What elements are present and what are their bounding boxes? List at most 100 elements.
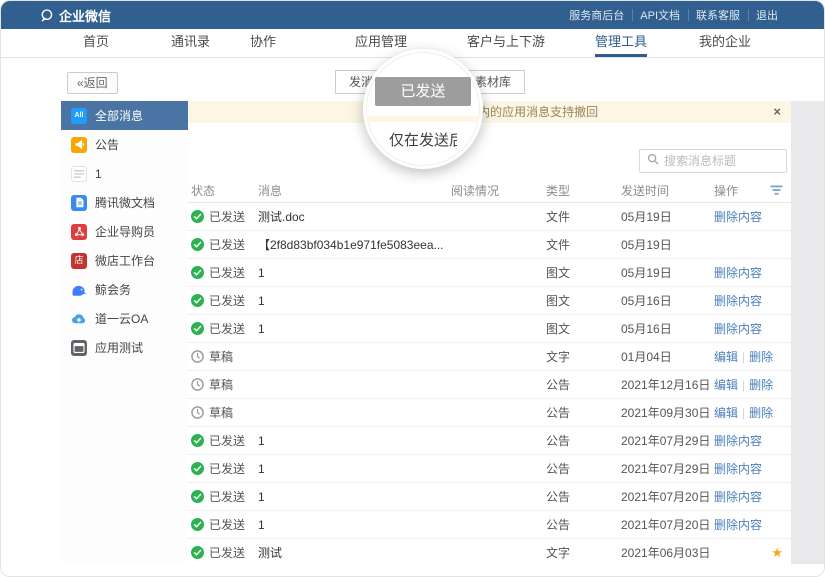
action-link[interactable]: 编辑 — [714, 376, 738, 393]
list-icon — [71, 166, 87, 182]
table-row[interactable]: 草稿公告2021年12月16日编辑|删除 — [188, 371, 791, 399]
table-row[interactable]: 草稿文字01月04日编辑|删除 — [188, 343, 791, 371]
message-cell: 1 — [258, 294, 451, 308]
action-link[interactable]: 删除 — [749, 404, 773, 421]
status-cell: 已发送 — [191, 292, 258, 309]
magnified-sent-tab[interactable]: 已发送 — [375, 77, 471, 106]
table-row[interactable]: 已发送测试文字2021年06月03日★ — [188, 539, 791, 564]
status-cell: 草稿 — [191, 376, 258, 393]
action-link[interactable]: 删除内容 — [714, 320, 762, 337]
actions-cell: 删除内容 — [714, 432, 791, 449]
back-button[interactable]: «返回 — [67, 72, 118, 94]
sent-check-icon — [191, 322, 204, 335]
status-cell: 已发送 — [191, 544, 258, 561]
status-text: 已发送 — [209, 264, 245, 281]
action-link[interactable]: 删除内容 — [714, 432, 762, 449]
column-header: 发送时间 — [621, 182, 714, 199]
nav-tab-3[interactable]: 协作 — [250, 29, 276, 57]
magnifier-overlay: 已发送 仅在发送后 — [363, 49, 483, 169]
search-box — [639, 149, 787, 173]
message-cell: 1 — [258, 518, 451, 532]
filter-icon[interactable] — [770, 185, 791, 196]
sidebar-item-label: 1 — [95, 167, 102, 181]
type-cell: 文件 — [546, 208, 621, 225]
action-link[interactable]: 删除内容 — [714, 208, 762, 225]
type-cell: 图文 — [546, 292, 621, 309]
table-row[interactable]: 已发送1图文05月19日删除内容 — [188, 259, 791, 287]
time-cell: 05月19日 — [621, 208, 714, 225]
action-link[interactable]: 删除内容 — [714, 264, 762, 281]
column-header: 操作 — [714, 182, 791, 199]
sent-check-icon — [191, 518, 204, 531]
actions-cell: 编辑|删除 — [714, 348, 791, 365]
time-cell: 2021年07月20日 — [621, 488, 714, 505]
whale-icon — [71, 282, 87, 298]
action-link[interactable]: 删除 — [749, 376, 773, 393]
notice-banner: 仅在发送后24小时内的应用消息支持撤回 × — [188, 101, 791, 123]
action-link[interactable]: 删除内容 — [714, 516, 762, 533]
sidebar-item-label: 公告 — [95, 136, 119, 153]
topbar-link[interactable]: API文档 — [632, 7, 688, 23]
sidebar-item-one[interactable]: 1 — [61, 159, 188, 188]
action-link[interactable]: 删除内容 — [714, 292, 762, 309]
megaphone-icon — [71, 137, 87, 153]
type-cell: 文件 — [546, 236, 621, 253]
sidebar-item-label: 微店工作台 — [95, 252, 155, 269]
time-cell: 2021年07月29日 — [621, 432, 714, 449]
sidebar-item-weidian-workbench[interactable]: 店微店工作台 — [61, 246, 188, 275]
sidebar-item-tencent-docs[interactable]: 腾讯微文档 — [61, 188, 188, 217]
type-cell: 图文 — [546, 264, 621, 281]
brand-title: 企业微信 — [59, 6, 111, 25]
sidebar-item-enterprise-guide[interactable]: 企业导购员 — [61, 217, 188, 246]
topbar-link[interactable]: 退出 — [748, 7, 786, 23]
sent-check-icon — [191, 294, 204, 307]
table-header: 状态消息阅读情况类型发送时间操作 — [188, 179, 791, 203]
sidebar-item-app-test[interactable]: 应用测试 — [61, 333, 188, 362]
table-row[interactable]: 已发送1公告2021年07月20日删除内容 — [188, 511, 791, 539]
column-header: 状态 — [191, 182, 258, 199]
topbar-link[interactable]: 联系客服 — [688, 7, 748, 23]
actions-cell: 删除内容 — [714, 320, 791, 337]
message-cell: 1 — [258, 490, 451, 504]
sent-check-icon — [191, 210, 204, 223]
table-row[interactable]: 已发送【2f8d83bf034b1e971fe5083eea...文件05月19… — [188, 231, 791, 259]
type-cell: 公告 — [546, 460, 621, 477]
table-row[interactable]: 已发送1图文05月16日删除内容 — [188, 315, 791, 343]
star-icon[interactable]: ★ — [771, 545, 791, 561]
actions-cell: 编辑|删除 — [714, 376, 791, 393]
action-link[interactable]: 删除 — [749, 348, 773, 365]
action-link[interactable]: 编辑 — [714, 348, 738, 365]
action-link[interactable]: 删除内容 — [714, 488, 762, 505]
close-icon[interactable]: × — [773, 101, 781, 123]
status-cell: 已发送 — [191, 460, 258, 477]
action-link[interactable]: 编辑 — [714, 404, 738, 421]
status-text: 已发送 — [209, 432, 245, 449]
sidebar-item-daoyi-cloud-oa[interactable]: 道一云OA — [61, 304, 188, 333]
status-cell: 已发送 — [191, 208, 258, 225]
search-input[interactable] — [664, 154, 779, 168]
sent-check-icon — [191, 434, 204, 447]
sidebar-item-whale-conference[interactable]: 鲸会务 — [61, 275, 188, 304]
action-separator: | — [742, 406, 745, 420]
action-link[interactable]: 删除内容 — [714, 460, 762, 477]
table-row[interactable]: 已发送1公告2021年07月29日删除内容 — [188, 427, 791, 455]
actions-cell: ★ — [714, 545, 791, 561]
table-row[interactable]: 草稿公告2021年09月30日编辑|删除 — [188, 399, 791, 427]
nav-tab-6[interactable]: 管理工具 — [595, 29, 647, 57]
topbar-link[interactable]: 服务商后台 — [561, 7, 632, 23]
sidebar-item-label: 应用测试 — [95, 339, 143, 356]
nav-tab-7[interactable]: 我的企业 — [699, 29, 751, 57]
nav-tab-2[interactable]: 通讯录 — [171, 29, 210, 57]
nav-tab-1[interactable]: 首页 — [83, 29, 109, 57]
table-row[interactable]: 已发送1公告2021年07月29日删除内容 — [188, 455, 791, 483]
nav-tab-5[interactable]: 客户与上下游 — [467, 29, 545, 57]
table-row[interactable]: 已发送测试.doc文件05月19日删除内容 — [188, 203, 791, 231]
status-text: 草稿 — [209, 404, 233, 421]
sidebar-item-all-messages[interactable]: All全部消息 — [61, 101, 188, 130]
status-text: 已发送 — [209, 460, 245, 477]
sidebar-item-label: 全部消息 — [95, 107, 143, 124]
sidebar-item-announcement[interactable]: 公告 — [61, 130, 188, 159]
table-row[interactable]: 已发送1公告2021年07月20日删除内容 — [188, 483, 791, 511]
type-cell: 图文 — [546, 320, 621, 337]
table-row[interactable]: 已发送1图文05月16日删除内容 — [188, 287, 791, 315]
